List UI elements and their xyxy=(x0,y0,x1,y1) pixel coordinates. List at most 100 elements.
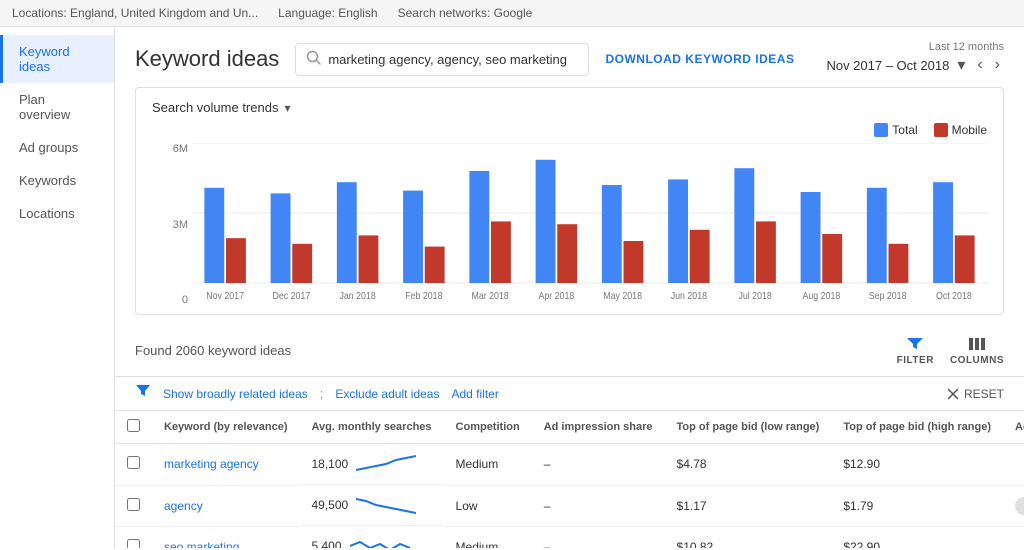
sidebar-item-keywords[interactable]: Keywords xyxy=(0,164,114,197)
date-next-button[interactable]: › xyxy=(991,54,1004,76)
row-keyword: marketing agency xyxy=(152,444,300,486)
svg-text:Nov 2017: Nov 2017 xyxy=(206,289,244,301)
legend-mobile-label: Mobile xyxy=(952,123,987,137)
svg-text:May 2018: May 2018 xyxy=(603,289,642,301)
keyword-search-input[interactable] xyxy=(328,52,578,67)
row-checkbox-cell[interactable] xyxy=(115,485,152,526)
filter-bar: Show broadly related ideas ; Exclude adu… xyxy=(115,376,1024,411)
results-bar: Found 2060 keyword ideas FILTER COLUM xyxy=(115,325,1024,376)
sidebar-item-ad-groups[interactable]: Ad groups xyxy=(0,131,114,164)
sidebar-item-locations[interactable]: Locations xyxy=(0,197,114,230)
table-body: marketing agency18,100Medium–$4.78$12.90… xyxy=(115,444,1024,549)
svg-text:Sep 2018: Sep 2018 xyxy=(869,289,907,301)
download-button[interactable]: DOWNLOAD KEYWORD IDEAS xyxy=(605,52,794,66)
table-row: agency49,500Low–$1.17$1.79In Account xyxy=(115,485,1024,526)
results-count: Found 2060 keyword ideas xyxy=(135,343,897,358)
y-label-3m: 3M xyxy=(152,219,188,231)
keywords-table: Keyword (by relevance)Avg. monthly searc… xyxy=(115,411,1024,548)
row-top-bid-high: $12.90 xyxy=(831,444,1003,486)
sidebar-item-plan-overview[interactable]: Plan overview xyxy=(0,83,114,131)
search-icon xyxy=(306,50,322,69)
table-container: Keyword (by relevance)Avg. monthly searc… xyxy=(115,411,1024,548)
row-keyword: seo marketing xyxy=(152,526,300,548)
chart-section: Search volume trends ▾ Total Mobile 6M 3… xyxy=(135,87,1004,315)
action-icons: FILTER COLUMNS xyxy=(897,335,1004,366)
filter-funnel-icon xyxy=(135,383,151,404)
legend-total-label: Total xyxy=(892,123,917,137)
funnel-icon xyxy=(135,383,151,399)
row-top-bid-low: $10.82 xyxy=(665,526,832,548)
chart-title: Search volume trends xyxy=(152,100,278,115)
svg-text:Jan 2018: Jan 2018 xyxy=(339,289,375,301)
th-competition: Competition xyxy=(444,411,532,444)
search-box[interactable] xyxy=(295,43,589,76)
reset-button[interactable]: RESET xyxy=(946,387,1004,401)
legend-mobile: Mobile xyxy=(934,123,987,137)
svg-text:Jul 2018: Jul 2018 xyxy=(738,289,771,301)
bar-chart: Nov 2017Dec 2017Jan 2018Feb 2018Mar 2018… xyxy=(192,143,987,303)
chart-legend: Total Mobile xyxy=(152,123,987,137)
table-row: marketing agency18,100Medium–$4.78$12.90 xyxy=(115,444,1024,486)
svg-text:Aug 2018: Aug 2018 xyxy=(802,289,840,301)
locations-label: Locations: England, United Kingdom and U… xyxy=(12,6,258,20)
date-dropdown-icon[interactable]: ▾ xyxy=(953,53,969,77)
th-avg-monthly: Avg. monthly searches xyxy=(300,411,444,444)
row-keyword: agency xyxy=(152,485,300,526)
add-filter-link[interactable]: Add filter xyxy=(451,387,498,401)
date-range-area: Last 12 months Nov 2017 – Oct 2018 ▾ ‹ › xyxy=(826,41,1004,77)
language-label: Language: English xyxy=(278,6,377,20)
th-keyword: Keyword (by relevance) xyxy=(152,411,300,444)
svg-text:Mar 2018: Mar 2018 xyxy=(471,289,508,301)
y-label-0: 0 xyxy=(152,294,188,306)
row-ad-impression: – xyxy=(532,526,665,548)
row-account-status: In Account xyxy=(1003,485,1024,526)
row-avg-monthly: 5,400 xyxy=(300,526,444,548)
chart-header: Search volume trends ▾ xyxy=(152,100,987,115)
filter-icon xyxy=(906,335,924,353)
top-bar: Locations: England, United Kingdom and U… xyxy=(0,0,1024,27)
columns-label: COLUMNS xyxy=(950,355,1004,366)
date-range-value: Nov 2017 – Oct 2018 xyxy=(826,58,949,73)
row-competition: Medium xyxy=(444,444,532,486)
account-status-badge: In Account xyxy=(1015,497,1024,515)
row-avg-monthly: 49,500 xyxy=(300,485,444,526)
row-competition: Medium xyxy=(444,526,532,548)
reset-label: RESET xyxy=(964,387,1004,401)
row-avg-monthly: 18,100 xyxy=(300,444,444,485)
row-competition: Low xyxy=(444,485,532,526)
svg-text:Oct 2018: Oct 2018 xyxy=(936,289,972,301)
select-all-checkbox[interactable] xyxy=(127,419,140,432)
th-top-bid-low: Top of page bid (low range) xyxy=(665,411,832,444)
date-selector: Nov 2017 – Oct 2018 ▾ ‹ › xyxy=(826,53,1004,77)
sidebar-item-keyword-ideas[interactable]: Keyword ideas xyxy=(0,35,114,83)
filter-separator: ; xyxy=(320,386,324,401)
legend-total-box xyxy=(874,123,888,137)
chart-wrapper: 6M 3M 0 Nov 2017Dec 2017Jan 2018Feb 2018… xyxy=(192,143,987,306)
svg-text:Feb 2018: Feb 2018 xyxy=(405,289,442,301)
main-content: Keyword ideas DOWNLOAD KEYWORD IDEAS Las… xyxy=(115,27,1024,548)
row-checkbox-cell[interactable] xyxy=(115,526,152,548)
row-top-bid-high: $1.79 xyxy=(831,485,1003,526)
row-ad-impression: – xyxy=(532,444,665,486)
close-icon xyxy=(946,387,960,401)
page-header: Keyword ideas DOWNLOAD KEYWORD IDEAS Las… xyxy=(115,27,1024,87)
sparkline xyxy=(350,534,410,548)
exclude-adult-link[interactable]: Exclude adult ideas xyxy=(335,387,439,401)
filter-button[interactable]: FILTER xyxy=(897,335,934,366)
row-top-bid-low: $4.78 xyxy=(665,444,832,486)
row-checkbox-cell[interactable] xyxy=(115,444,152,486)
chart-dropdown-icon[interactable]: ▾ xyxy=(284,101,290,115)
broadly-related-link[interactable]: Show broadly related ideas xyxy=(163,387,308,401)
columns-button[interactable]: COLUMNS xyxy=(950,335,1004,366)
svg-text:Jun 2018: Jun 2018 xyxy=(671,289,707,301)
row-account-status xyxy=(1003,526,1024,548)
row-account-status xyxy=(1003,444,1024,486)
row-top-bid-high: $22.90 xyxy=(831,526,1003,548)
sparkline xyxy=(356,493,416,517)
date-prev-button[interactable]: ‹ xyxy=(973,54,986,76)
row-checkbox[interactable] xyxy=(127,456,140,469)
row-checkbox[interactable] xyxy=(127,539,140,549)
sidebar: Keyword ideasPlan overviewAd groupsKeywo… xyxy=(0,27,115,548)
filter-label: FILTER xyxy=(897,355,934,366)
row-checkbox[interactable] xyxy=(127,498,140,511)
